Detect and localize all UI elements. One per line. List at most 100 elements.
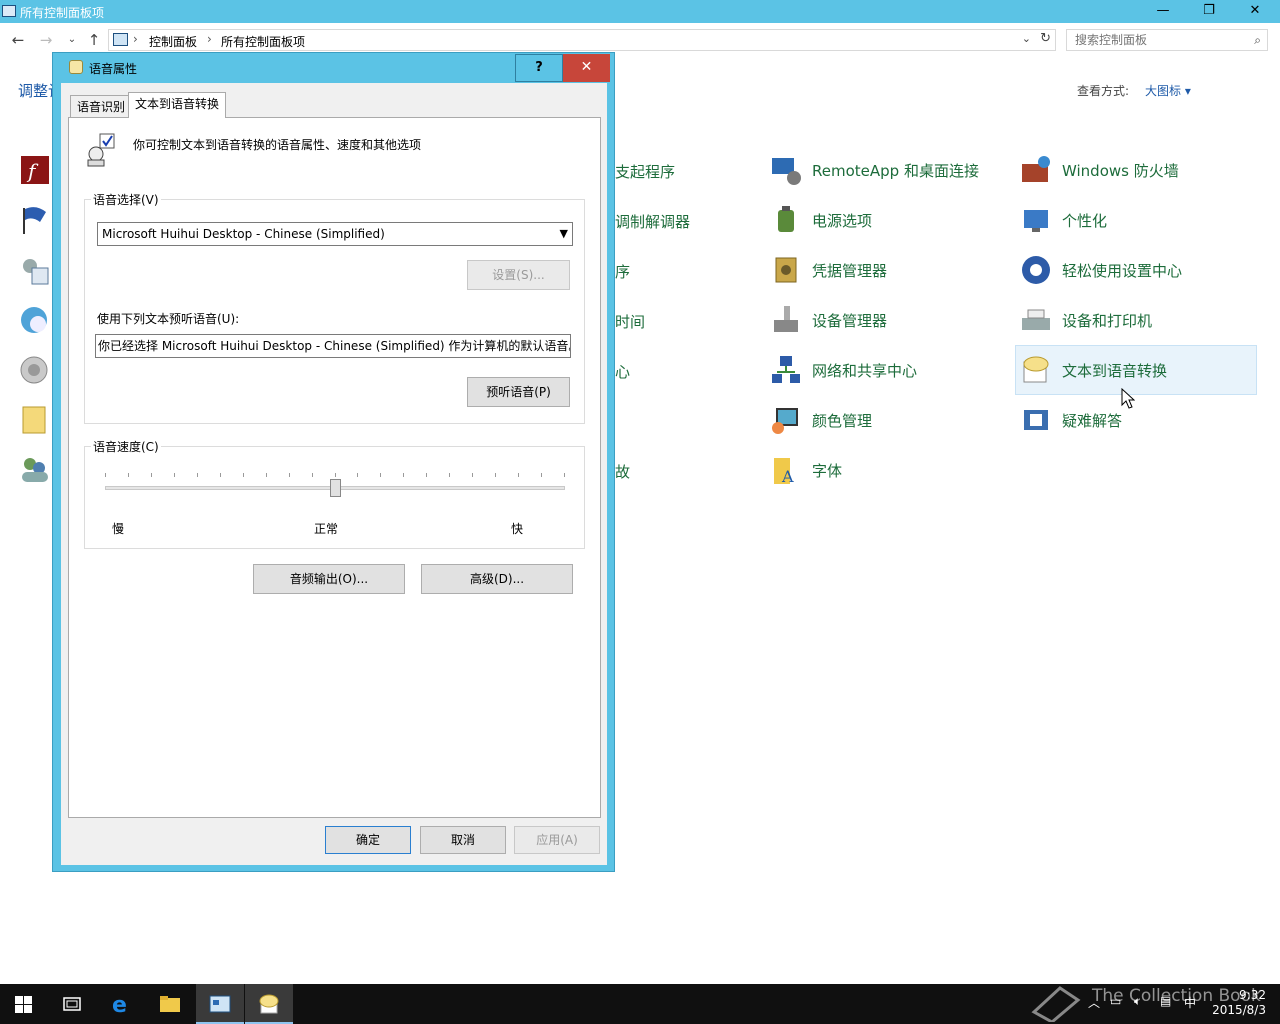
cp-item-windows-firewall[interactable]: Windows 防火墙 <box>1016 146 1256 194</box>
recent-locations-chevron-icon[interactable]: ⌄ <box>62 30 82 50</box>
cp-item-partial[interactable]: 心 <box>615 361 630 382</box>
speech-icon <box>259 994 279 1014</box>
mouse-cursor-icon <box>1121 388 1135 409</box>
printer-icon <box>1022 309 1050 330</box>
view-by-label: 查看方式: <box>1077 84 1130 98</box>
voice-select[interactable]: Microsoft Huihui Desktop - Chinese (Simp… <box>97 222 573 246</box>
forward-arrow-icon[interactable]: → <box>36 30 56 50</box>
cp-item-color-management[interactable]: 颜色管理 <box>766 396 1006 444</box>
slider-tick <box>174 473 175 477</box>
slider-tick <box>128 473 129 477</box>
search-icon[interactable]: ⌕ <box>1254 33 1261 48</box>
help-button[interactable]: ? <box>515 54 563 82</box>
speed-slider-thumb[interactable] <box>330 479 341 497</box>
advanced-button[interactable]: 高级(D)... <box>421 564 573 594</box>
speech-properties-dialog: 语音属性 ? ✕ 语音识别 文本到语音转换 你可控制文本到语音转换的语音属性、速… <box>52 52 615 872</box>
cp-item-text-to-speech[interactable]: 文本到语音转换 <box>1015 345 1257 395</box>
tts-description: 你可控制文本到语音转换的语音属性、速度和其他选项 <box>133 138 422 152</box>
voice-select-value: Microsoft Huihui Desktop - Chinese (Simp… <box>102 227 385 241</box>
cp-item-partial[interactable]: 支起程序 <box>615 161 675 182</box>
cp-item-devices-printers[interactable]: 设备和打印机 <box>1016 296 1256 344</box>
date-time-icon[interactable] <box>18 304 50 336</box>
cp-item-ease-of-access[interactable]: 轻松使用设置中心 <box>1016 246 1256 294</box>
cp-item-network-sharing[interactable]: 网络和共享中心 <box>766 346 1006 394</box>
slider-tick <box>426 473 427 477</box>
troubleshooting-icon <box>1024 410 1048 430</box>
slider-tick <box>289 473 290 477</box>
speech-settings-icon <box>87 133 115 167</box>
slider-tick <box>518 473 519 477</box>
slider-tick <box>266 473 267 477</box>
control-panel-icon <box>113 33 128 46</box>
breadcrumb-separator: › <box>133 32 138 46</box>
refresh-icon[interactable]: ↻ <box>1040 31 1051 46</box>
window-title: 所有控制面板项 <box>20 6 105 20</box>
slider-tick <box>151 473 152 477</box>
breadcrumb-all-items[interactable]: 所有控制面板项 <box>221 33 305 50</box>
cp-item-personalization[interactable]: 个性化 <box>1016 196 1256 244</box>
voice-settings-button[interactable]: 设置(S)... <box>467 260 570 290</box>
preview-voice-button[interactable]: 预听语音(P) <box>467 377 570 407</box>
up-arrow-icon[interactable]: ↑ <box>84 30 104 50</box>
edge-browser-button[interactable]: e <box>98 984 146 1024</box>
restore-button[interactable]: ❐ <box>1186 0 1232 22</box>
breadcrumb-control-panel[interactable]: 控制面板 <box>149 33 197 50</box>
breadcrumb-separator: › <box>207 32 212 46</box>
speed-slow-label: 慢 <box>112 522 125 536</box>
address-dropdown-icon[interactable]: ⌄ <box>1022 32 1031 45</box>
admin-tools-icon[interactable] <box>18 254 50 286</box>
cp-item-fonts[interactable]: A 字体 <box>766 446 1006 494</box>
control-panel-icon <box>2 5 16 17</box>
close-window-button[interactable]: ✕ <box>1232 0 1278 22</box>
file-explorer-button[interactable] <box>146 984 194 1024</box>
slider-tick <box>495 473 496 477</box>
flash-player-icon[interactable]: f <box>18 154 50 186</box>
watermark-book-icon <box>1031 986 1081 1022</box>
cp-item-partial[interactable]: 调制解调器 <box>615 211 690 232</box>
cp-item-power-options[interactable]: 电源选项 <box>766 196 1006 244</box>
voice-speed-label: 语音速度(C) <box>91 438 161 455</box>
svg-text:A: A <box>781 467 794 486</box>
cancel-button[interactable]: 取消 <box>420 826 506 854</box>
search-input[interactable] <box>1067 30 1243 50</box>
sound-speaker-icon[interactable] <box>18 354 50 386</box>
cp-item-partial[interactable]: 序 <box>615 261 630 282</box>
slider-tick <box>243 473 244 477</box>
fonts-folder-icon: A <box>774 458 794 486</box>
chevron-down-icon: ▼ <box>559 227 568 240</box>
cp-item-credential-manager[interactable]: 凭据管理器 <box>766 246 1006 294</box>
remoteapp-icon <box>772 158 801 185</box>
action-center-flag-icon[interactable] <box>18 204 50 236</box>
view-by-dropdown[interactable]: 大图标 ▾ <box>1145 82 1191 99</box>
control-panel-icon <box>209 995 231 1013</box>
control-panel-taskbar-button[interactable] <box>196 984 244 1024</box>
search-box[interactable]: ⌕ <box>1066 29 1268 51</box>
color-management-icon <box>772 408 798 434</box>
task-view-button[interactable] <box>48 984 96 1024</box>
slider-tick <box>220 473 221 477</box>
svg-text:e: e <box>112 993 127 1015</box>
slider-tick <box>541 473 542 477</box>
firewall-icon <box>1022 156 1050 182</box>
dialog-close-button[interactable]: ✕ <box>563 54 610 82</box>
cp-item-remoteapp[interactable]: RemoteApp 和桌面连接 <box>766 146 1006 194</box>
preview-text-field[interactable]: 你已经选择 Microsoft Huihui Desktop - Chinese… <box>95 334 571 358</box>
audio-output-button[interactable]: 音频输出(O)... <box>253 564 405 594</box>
cp-item-troubleshooting[interactable]: 疑难解答 <box>1016 396 1256 444</box>
notes-icon[interactable] <box>18 404 50 436</box>
start-button[interactable] <box>0 984 48 1024</box>
cp-item-partial[interactable]: 故 <box>615 461 630 482</box>
user-accounts-icon[interactable] <box>18 454 50 486</box>
tab-text-to-speech[interactable]: 文本到语音转换 <box>128 92 227 118</box>
tab-speech-recognition[interactable]: 语音识别 <box>70 95 133 119</box>
explorer-titlebar: 所有控制面板项 — ❐ ✕ <box>0 0 1280 23</box>
voice-selection-label: 语音选择(V) <box>91 191 161 208</box>
cp-item-partial[interactable]: 时间 <box>615 311 645 332</box>
apply-button[interactable]: 应用(A) <box>514 826 600 854</box>
back-arrow-icon[interactable]: ← <box>8 30 28 50</box>
speech-properties-taskbar-button[interactable] <box>245 984 293 1024</box>
cp-item-device-manager[interactable]: 设备管理器 <box>766 296 1006 344</box>
ok-button[interactable]: 确定 <box>325 826 411 854</box>
address-box[interactable]: › 控制面板 › 所有控制面板项 ⌄ ↻ <box>108 29 1056 51</box>
minimize-button[interactable]: — <box>1140 0 1186 22</box>
